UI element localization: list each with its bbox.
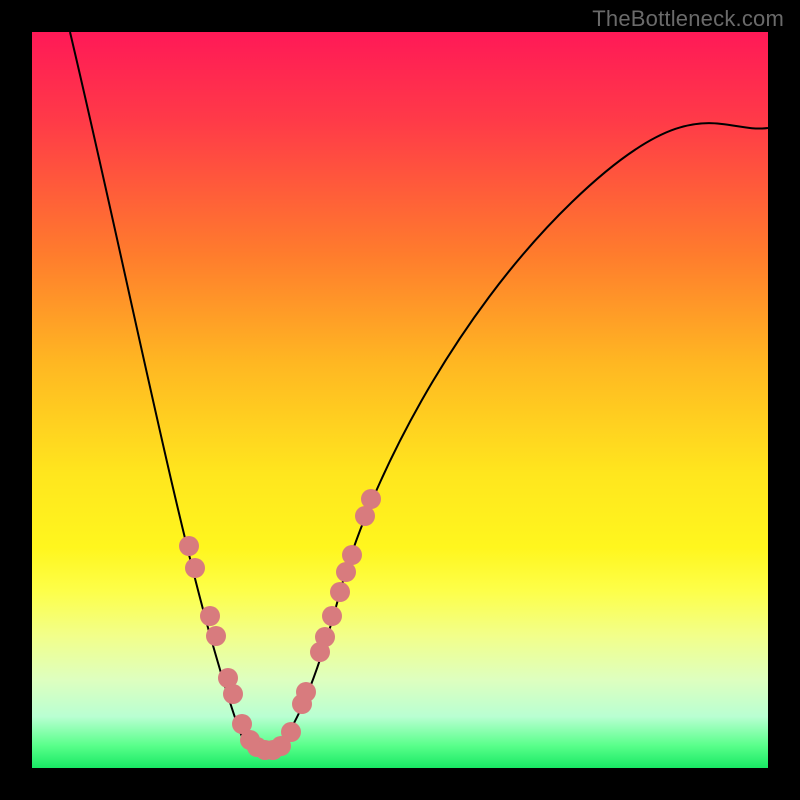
bottleneck-curve bbox=[70, 32, 768, 754]
curve-dot bbox=[200, 606, 220, 626]
curve-dot bbox=[185, 558, 205, 578]
curve-dot bbox=[322, 606, 342, 626]
plot-area bbox=[32, 32, 768, 768]
curve-dot bbox=[206, 626, 226, 646]
curve-dot bbox=[296, 682, 316, 702]
curve-dot bbox=[179, 536, 199, 556]
curve-dot bbox=[336, 562, 356, 582]
chart-frame: TheBottleneck.com bbox=[0, 0, 800, 800]
watermark-label: TheBottleneck.com bbox=[592, 6, 784, 32]
curve-svg bbox=[32, 32, 768, 768]
curve-dot bbox=[361, 489, 381, 509]
curve-dot bbox=[315, 627, 335, 647]
curve-dot bbox=[355, 506, 375, 526]
curve-dot bbox=[342, 545, 362, 565]
curve-dot bbox=[223, 684, 243, 704]
highlight-dot-group bbox=[179, 489, 381, 760]
curve-dot bbox=[330, 582, 350, 602]
curve-dot bbox=[281, 722, 301, 742]
